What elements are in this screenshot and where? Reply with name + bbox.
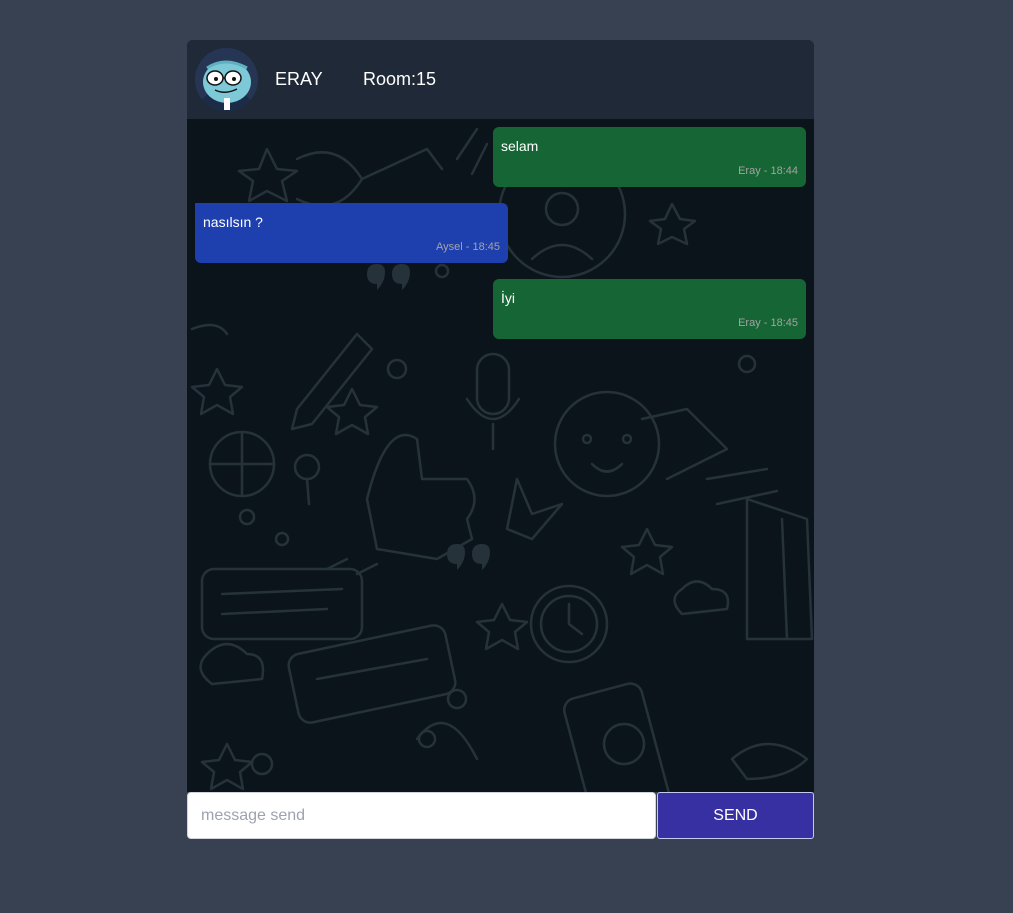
chat-window: ERAY Room:15 selam Eray - 18:44 nasılsın… — [187, 40, 814, 792]
message-bubble-sent: selam Eray - 18:44 — [493, 127, 806, 187]
message-list[interactable]: selam Eray - 18:44 nasılsın ? Aysel - 18… — [187, 119, 814, 792]
message-composer: SEND — [187, 792, 814, 839]
room-label: Room:15 — [363, 69, 437, 89]
message-text: İyi — [501, 290, 515, 306]
avatar — [195, 48, 258, 111]
message-text: nasılsın ? — [203, 214, 263, 230]
message-text: selam — [501, 138, 539, 154]
message-bubble-received: nasılsın ? Aysel - 18:45 — [195, 203, 508, 263]
send-button[interactable]: SEND — [657, 792, 814, 839]
message-bubble-sent: İyi Eray - 18:45 — [493, 279, 806, 339]
chat-username: ERAY — [275, 69, 323, 89]
chat-header: ERAY Room:15 — [187, 40, 814, 119]
message-meta: Eray - 18:45 — [738, 317, 798, 329]
message-input[interactable] — [187, 792, 656, 839]
cartoon-character-avatar-icon — [195, 48, 258, 111]
message-meta: Aysel - 18:45 — [435, 241, 500, 253]
message-meta: Eray - 18:44 — [738, 165, 798, 177]
